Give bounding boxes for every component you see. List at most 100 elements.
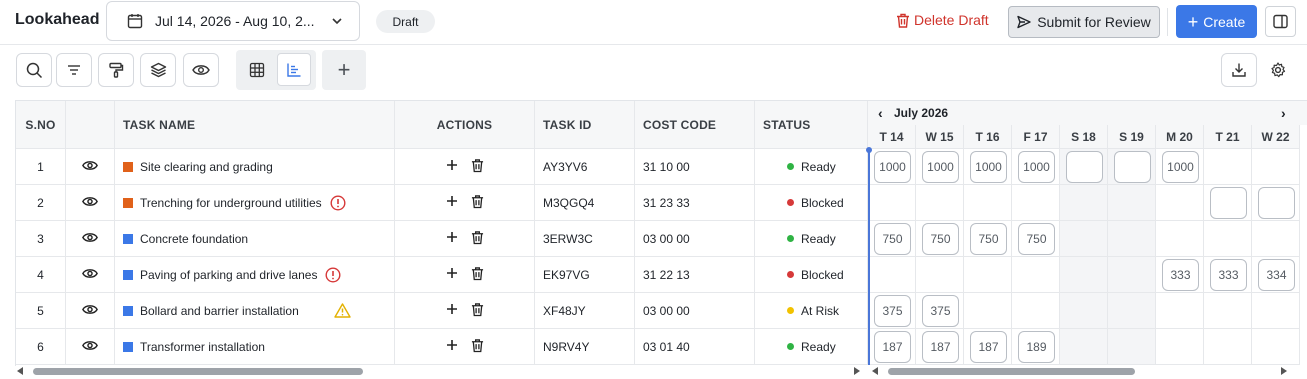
delete-task-button[interactable]	[471, 194, 484, 212]
cell-name[interactable]: Paving of parking and drive lanes	[115, 257, 395, 293]
task-name[interactable]: Bollard and barrier installation	[140, 304, 299, 318]
toggle-visibility-button[interactable]	[82, 304, 98, 318]
hours-input[interactable]: 1000	[1018, 151, 1055, 183]
hours-input[interactable]: 375	[874, 295, 911, 327]
hours-input[interactable]: 187	[874, 331, 911, 363]
layers-button[interactable]	[140, 53, 176, 87]
settings-button[interactable]	[1268, 60, 1288, 80]
delete-task-button[interactable]	[471, 338, 484, 356]
scroll-left-arrow[interactable]	[872, 367, 878, 375]
column-header-actions[interactable]: ACTIONS	[395, 101, 535, 149]
day-cell[interactable]	[1204, 149, 1252, 185]
add-view-button[interactable]: +	[322, 50, 366, 90]
table-horizontal-scrollbar[interactable]	[15, 366, 863, 377]
toggle-panel-button[interactable]	[1265, 6, 1296, 37]
day-cell[interactable]	[1156, 329, 1204, 365]
visibility-button[interactable]	[183, 53, 219, 87]
add-subtask-button[interactable]	[446, 339, 458, 354]
column-header-task_id[interactable]: TASK ID	[535, 101, 635, 149]
hours-input[interactable]	[1210, 187, 1247, 219]
hours-input[interactable]: 375	[922, 295, 959, 327]
day-cell[interactable]	[1108, 221, 1156, 257]
delete-task-button[interactable]	[471, 302, 484, 320]
hours-input[interactable]: 750	[874, 223, 911, 255]
task-name[interactable]: Site clearing and grading	[140, 160, 273, 174]
scroll-left-arrow[interactable]	[17, 367, 23, 375]
hours-input[interactable]: 1000	[1162, 151, 1199, 183]
cell-name[interactable]: Transformer installation	[115, 329, 395, 365]
day-cell[interactable]	[1012, 257, 1060, 293]
toggle-visibility-button[interactable]	[82, 160, 98, 174]
column-header-status[interactable]: STATUS	[755, 101, 868, 149]
task-name[interactable]: Concrete foundation	[140, 232, 248, 246]
day-cell[interactable]	[1204, 293, 1252, 329]
add-subtask-button[interactable]	[446, 231, 458, 246]
delete-task-button[interactable]	[471, 158, 484, 176]
task-name[interactable]: Transformer installation	[140, 340, 265, 354]
day-cell[interactable]	[964, 257, 1012, 293]
cell-name[interactable]: Trenching for underground utilities	[115, 185, 395, 221]
hours-input[interactable]: 750	[970, 223, 1007, 255]
toggle-visibility-button[interactable]	[82, 340, 98, 354]
add-subtask-button[interactable]	[446, 159, 458, 174]
hours-input[interactable]: 1000	[922, 151, 959, 183]
day-cell[interactable]	[1060, 293, 1108, 329]
prev-month-button[interactable]: ‹	[878, 105, 883, 121]
create-button[interactable]: + Create	[1176, 5, 1257, 38]
hours-input[interactable]: 750	[1018, 223, 1055, 255]
hours-input[interactable]: 334	[1258, 259, 1295, 291]
day-cell[interactable]	[1060, 185, 1108, 221]
hours-input[interactable]	[1258, 187, 1295, 219]
toggle-visibility-button[interactable]	[82, 196, 98, 210]
search-button[interactable]	[16, 53, 52, 87]
day-cell[interactable]	[1108, 329, 1156, 365]
day-cell[interactable]	[1108, 185, 1156, 221]
day-cell[interactable]	[868, 257, 916, 293]
date-range-picker[interactable]: Jul 14, 2026 - Aug 10, 2...	[106, 1, 360, 41]
day-cell[interactable]	[1156, 185, 1204, 221]
day-cell[interactable]	[1060, 329, 1108, 365]
hours-input[interactable]	[1066, 151, 1103, 183]
hours-input[interactable]: 333	[1210, 259, 1247, 291]
filter-button[interactable]	[56, 53, 92, 87]
calendar-horizontal-scrollbar[interactable]	[868, 366, 1293, 377]
cell-name[interactable]: Concrete foundation	[115, 221, 395, 257]
task-name[interactable]: Trenching for underground utilities	[140, 196, 322, 210]
table-view-button[interactable]	[240, 53, 274, 86]
day-cell[interactable]	[1252, 221, 1300, 257]
day-cell[interactable]	[1252, 329, 1300, 365]
day-cell[interactable]	[1108, 257, 1156, 293]
day-cell[interactable]	[1252, 293, 1300, 329]
day-cell[interactable]	[964, 293, 1012, 329]
day-cell[interactable]	[1060, 221, 1108, 257]
toggle-visibility-button[interactable]	[82, 232, 98, 246]
day-cell[interactable]	[964, 185, 1012, 221]
toggle-visibility-button[interactable]	[82, 268, 98, 282]
hours-input[interactable]: 189	[1018, 331, 1055, 363]
add-subtask-button[interactable]	[446, 195, 458, 210]
next-month-button[interactable]: ›	[1281, 105, 1286, 121]
gantt-view-button[interactable]	[277, 53, 311, 86]
cell-name[interactable]: Site clearing and grading	[115, 149, 395, 185]
day-cell[interactable]	[1108, 293, 1156, 329]
day-cell[interactable]	[916, 257, 964, 293]
day-cell[interactable]	[1252, 149, 1300, 185]
format-button[interactable]	[98, 53, 134, 87]
hours-input[interactable]: 333	[1162, 259, 1199, 291]
scrollbar-thumb[interactable]	[33, 368, 363, 375]
download-button[interactable]	[1221, 53, 1257, 87]
task-name[interactable]: Paving of parking and drive lanes	[140, 268, 317, 282]
day-cell[interactable]	[868, 185, 916, 221]
add-subtask-button[interactable]	[446, 267, 458, 282]
scroll-right-arrow[interactable]	[854, 367, 860, 375]
cell-name[interactable]: Bollard and barrier installation	[115, 293, 395, 329]
hours-input[interactable]: 1000	[874, 151, 911, 183]
day-cell[interactable]	[1060, 257, 1108, 293]
scrollbar-thumb[interactable]	[888, 368, 1135, 375]
day-cell[interactable]	[1012, 185, 1060, 221]
column-header-name[interactable]: TASK NAME	[115, 101, 395, 149]
day-cell[interactable]	[1156, 221, 1204, 257]
column-header-sno[interactable]: S.NO	[16, 101, 66, 149]
day-cell[interactable]	[916, 185, 964, 221]
hours-input[interactable]	[1114, 151, 1151, 183]
